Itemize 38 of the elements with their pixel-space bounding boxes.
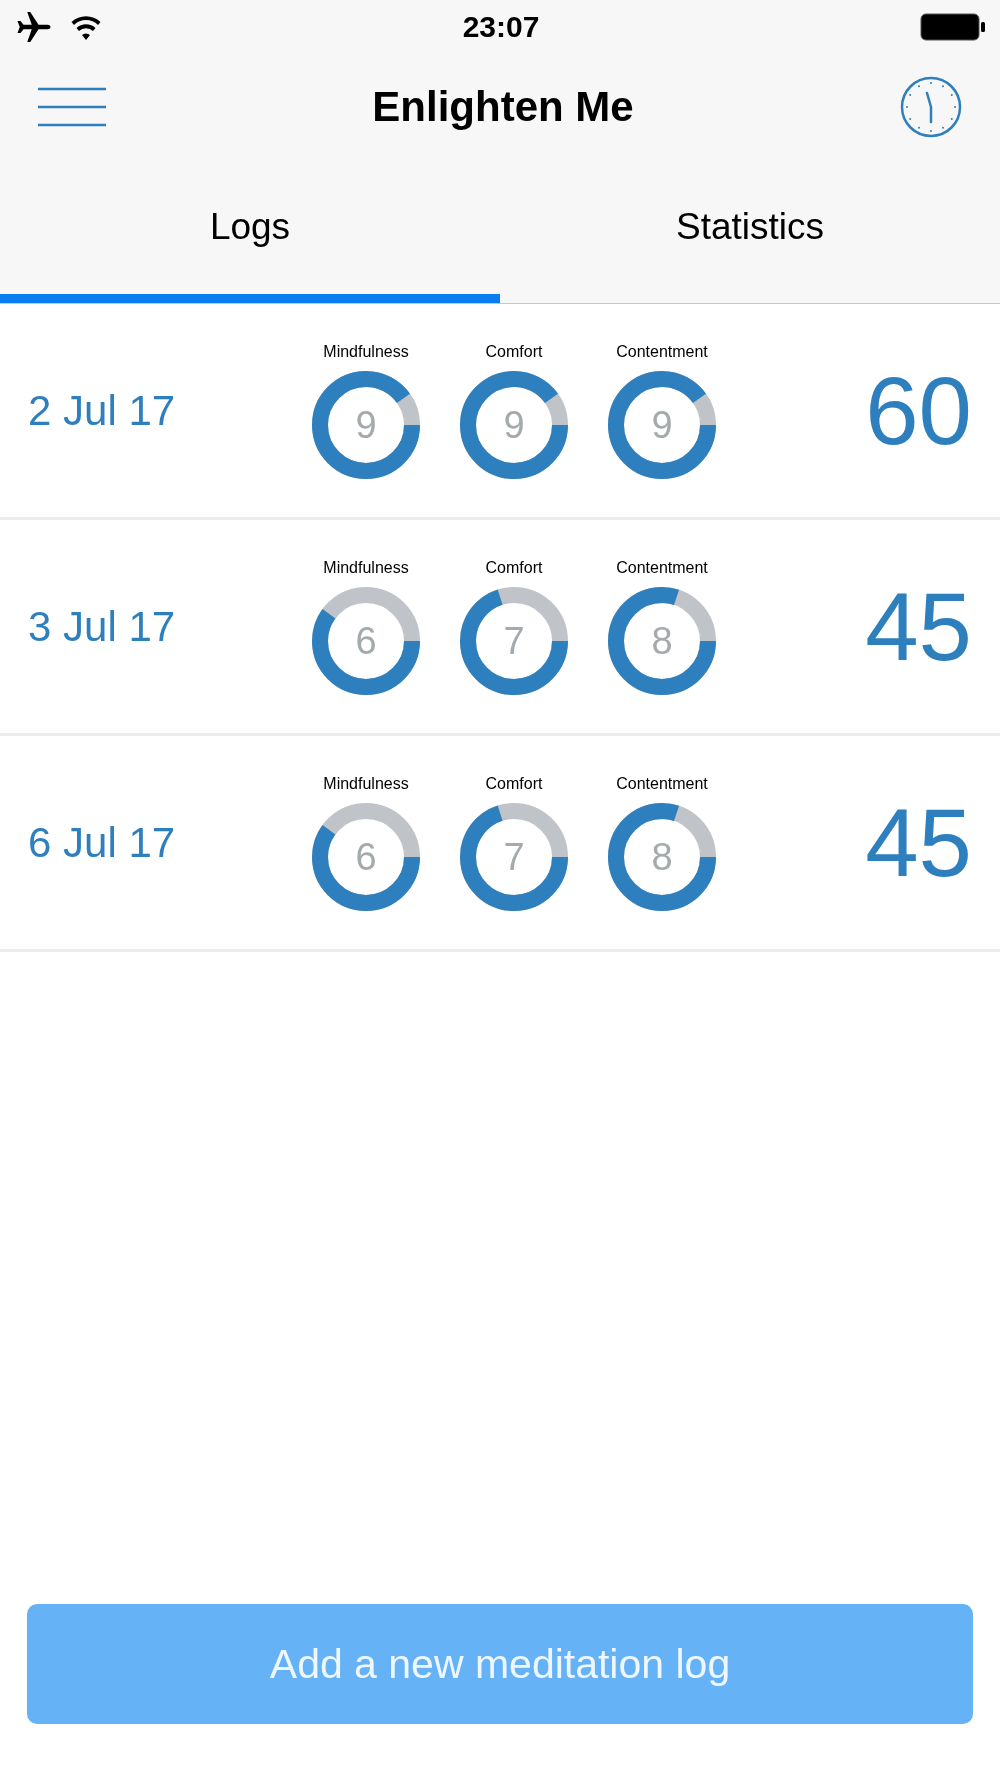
score-value: 9 (651, 403, 673, 446)
score-value: 9 (355, 403, 377, 446)
score-value: 7 (503, 835, 525, 878)
score-value: 9 (503, 403, 525, 446)
tab[interactable]: Logs (0, 160, 500, 303)
menu-icon (38, 87, 106, 127)
score-value: 6 (355, 619, 377, 662)
log-row[interactable]: 6 Jul 17 Mindfulness 6 Comfort 7 Contentment 8 45 (0, 736, 1000, 952)
score-value: 7 (503, 619, 525, 662)
log-date: 2 Jul 17 (28, 386, 177, 435)
score-label: Comfort (485, 342, 543, 361)
score-value: 8 (651, 619, 673, 662)
score-value: 6 (355, 835, 377, 878)
score-label: Contentment (616, 558, 708, 577)
log-minutes: 60 (865, 355, 972, 466)
score-label: Comfort (485, 558, 543, 577)
score-label: Contentment (616, 342, 708, 361)
menu-button[interactable] (38, 87, 106, 127)
log-date: 6 Jul 17 (28, 818, 177, 867)
log-minutes: 45 (865, 787, 972, 898)
score-label: Mindfulness (323, 774, 409, 793)
score-label: Comfort (485, 774, 543, 793)
clock-icon (900, 76, 962, 138)
wifi-icon (70, 14, 102, 40)
clock-button[interactable] (900, 76, 962, 138)
log-row[interactable]: 3 Jul 17 Mindfulness 6 Comfort 7 Contentment 8 45 (0, 520, 1000, 736)
log-row[interactable]: 2 Jul 17 Mindfulness 9 Comfort 9 Contentment 9 60 (0, 304, 1000, 520)
score-label: Mindfulness (323, 558, 409, 577)
battery-icon (920, 13, 986, 41)
score-value: 8 (651, 835, 673, 878)
airplane-icon (16, 12, 52, 42)
score-label: Mindfulness (323, 342, 409, 361)
app-title: Enlighten Me (372, 83, 634, 131)
score-label: Contentment (616, 774, 708, 793)
status-time: 23:07 (462, 10, 540, 44)
tab[interactable]: Statistics (500, 160, 1000, 303)
log-minutes: 45 (865, 571, 972, 682)
log-date: 3 Jul 17 (28, 602, 177, 651)
